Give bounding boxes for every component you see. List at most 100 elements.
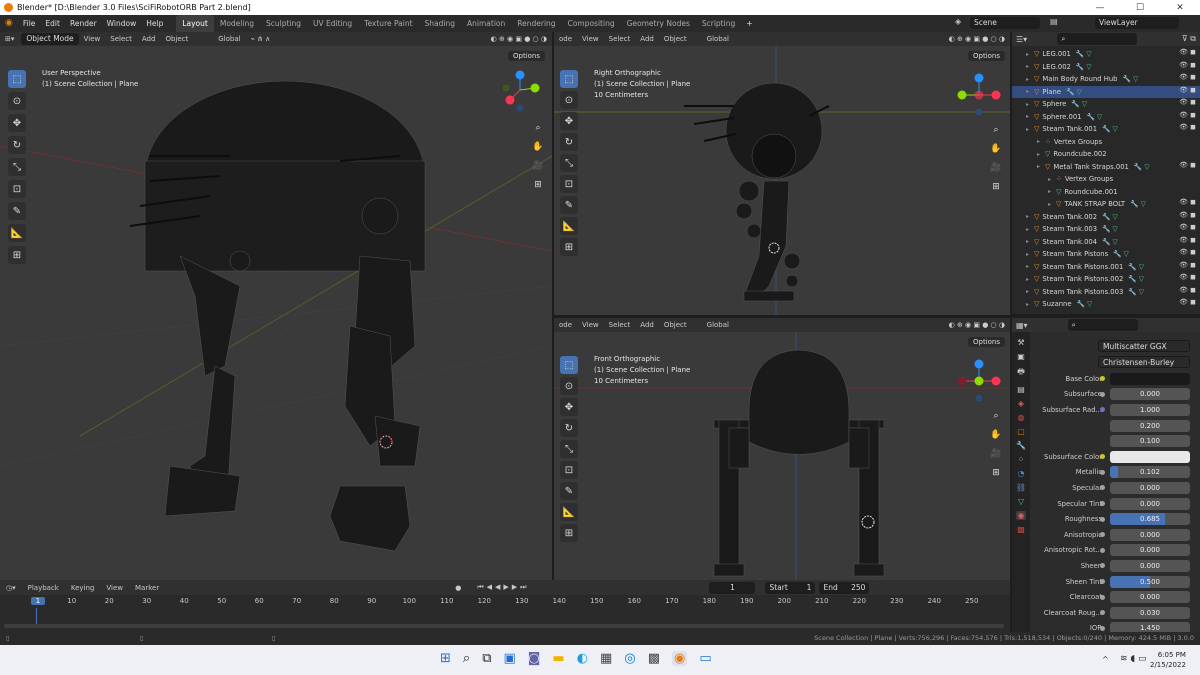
- socket-icon[interactable]: [1100, 563, 1105, 569]
- grid-toggle-icon[interactable]: ⊞: [530, 177, 546, 193]
- pan-hand-icon[interactable]: ✋: [988, 427, 1004, 443]
- timeline-menu-marker[interactable]: Marker: [129, 584, 165, 592]
- cursor-tool-icon[interactable]: ⊙: [8, 92, 26, 110]
- viewport-right-ortho[interactable]: ode View Select Add Object Global ◐ ⊕ ◉ …: [554, 32, 1010, 315]
- menu-object-right[interactable]: Object: [659, 35, 692, 43]
- expand-arrow-icon[interactable]: ▸: [1048, 188, 1056, 195]
- annotate-tool-icon[interactable]: ✎: [560, 482, 578, 500]
- property-value-field[interactable]: 0.000: [1110, 591, 1190, 604]
- rotate-tool-icon[interactable]: ↻: [560, 133, 578, 151]
- visibility-toggle-icon[interactable]: 👁 ◼: [1179, 273, 1196, 281]
- outliner-search-field[interactable]: ⌕: [1057, 33, 1138, 45]
- timeline-menu-keying[interactable]: Keying: [65, 584, 101, 592]
- move-tool-icon[interactable]: ✥: [560, 112, 578, 130]
- outliner-row[interactable]: ▸ ▽ Roundcube.002: [1012, 148, 1200, 161]
- viewport-front-ortho[interactable]: ode View Select Add Object Global ◐ ⊕ ◉ …: [554, 318, 1010, 580]
- scene-selector[interactable]: Scene: [970, 17, 1040, 29]
- subsurface-method-dropdown[interactable]: Christensen-Burley: [1098, 356, 1190, 368]
- expand-arrow-icon[interactable]: ▸: [1026, 88, 1034, 95]
- timeline-editor-icon[interactable]: ◷▾: [0, 584, 22, 592]
- socket-icon[interactable]: [1100, 594, 1105, 600]
- render-tab-icon[interactable]: ▣: [1017, 352, 1025, 361]
- socket-icon[interactable]: [1100, 407, 1105, 413]
- cursor-tool-icon[interactable]: ⊙: [560, 377, 578, 395]
- start-menu-icon[interactable]: ⊞: [440, 651, 451, 666]
- app-icon[interactable]: ◎: [624, 651, 635, 666]
- socket-icon[interactable]: [1100, 501, 1105, 507]
- pan-hand-icon[interactable]: ✋: [530, 139, 546, 155]
- visibility-toggle-icon[interactable]: 👁 ◼: [1179, 286, 1196, 294]
- outliner-row[interactable]: ▸ ▽ Metal Tank Straps.001 🔧 ▽ 👁 ◼: [1012, 161, 1200, 174]
- clock[interactable]: 6:05 PM 2/15/2022: [1150, 650, 1186, 670]
- properties-editor-icon[interactable]: ▦▾: [1016, 321, 1028, 330]
- outliner-row[interactable]: ▸ ▽ LEG.002 🔧 ▽ 👁 ◼: [1012, 61, 1200, 74]
- socket-icon[interactable]: [1100, 579, 1105, 585]
- menu-view-right[interactable]: View: [577, 35, 604, 43]
- property-value-field[interactable]: 1.000: [1110, 403, 1190, 416]
- record-icon[interactable]: ●: [455, 584, 461, 592]
- add-cube-tool-icon[interactable]: ⊞: [8, 246, 26, 264]
- expand-arrow-icon[interactable]: ▸: [1026, 276, 1034, 283]
- menu-select-front[interactable]: Select: [604, 321, 636, 329]
- transform-orientation-front[interactable]: Global: [702, 321, 734, 329]
- menu-view[interactable]: View: [79, 35, 106, 43]
- outliner-row[interactable]: ▸ ▽ Steam Tank.001 🔧 ▽ 👁 ◼: [1012, 123, 1200, 136]
- outliner-row[interactable]: ▸ ▽ Suzanne 🔧 ▽ 👁 ◼: [1012, 298, 1200, 311]
- expand-arrow-icon[interactable]: ▸: [1026, 251, 1034, 258]
- property-value-field[interactable]: 0.000: [1110, 528, 1190, 541]
- menu-add-front[interactable]: Add: [635, 321, 659, 329]
- tab-animation[interactable]: Animation: [461, 15, 511, 32]
- menu-add[interactable]: Add: [137, 35, 161, 43]
- outliner-row[interactable]: ▸ ▽ Steam Tank Pistons.001 🔧 ▽ 👁 ◼: [1012, 261, 1200, 274]
- grid-toggle-icon[interactable]: ⊞: [988, 179, 1004, 195]
- outliner-row[interactable]: ▸ ▽ Steam Tank Pistons 🔧 ▽ 👁 ◼: [1012, 248, 1200, 261]
- timeline-scrollbar[interactable]: [4, 624, 1004, 628]
- mode-selector[interactable]: Object Mode: [21, 33, 79, 45]
- end-frame-field[interactable]: End 250: [819, 581, 870, 594]
- measure-tool-icon[interactable]: 📐: [560, 217, 578, 235]
- outliner-row[interactable]: ▸ ▽ Plane 🔧 ▽ 👁 ◼: [1012, 85, 1200, 98]
- timeline-ruler[interactable]: 1 10 20 30 40 50 60 70 80 90 100 110 120 130 140 150 160…: [0, 596, 1010, 608]
- visibility-toggle-icon[interactable]: 👁 ◼: [1179, 86, 1196, 94]
- visibility-toggle-icon[interactable]: 👁 ◼: [1179, 48, 1196, 56]
- socket-icon[interactable]: [1100, 391, 1105, 397]
- expand-arrow-icon[interactable]: ▸: [1026, 51, 1034, 58]
- property-value-field[interactable]: 0.000: [1110, 388, 1190, 401]
- expand-arrow-icon[interactable]: ▸: [1037, 138, 1045, 145]
- menu-select[interactable]: Select: [105, 35, 137, 43]
- outliner-row[interactable]: ▸ ▽ Steam Tank Pistons.002 🔧 ▽ 👁 ◼: [1012, 273, 1200, 286]
- viewport-shading-icons-right[interactable]: ◐ ⊕ ◉ ▣ ● ○ ◑: [944, 35, 1010, 43]
- minimize-button[interactable]: —: [1080, 0, 1120, 15]
- blender-taskbar-icon[interactable]: ◉: [671, 651, 688, 666]
- tab-compositing[interactable]: Compositing: [562, 15, 621, 32]
- visibility-toggle-icon[interactable]: 👁 ◼: [1179, 198, 1196, 206]
- expand-arrow-icon[interactable]: ▸: [1026, 101, 1034, 108]
- expand-arrow-icon[interactable]: ▸: [1026, 301, 1034, 308]
- transform-orientation-right[interactable]: Global: [702, 35, 734, 43]
- socket-icon[interactable]: [1100, 485, 1105, 491]
- expand-arrow-icon[interactable]: ▸: [1048, 201, 1056, 208]
- rotate-tool-icon[interactable]: ↻: [560, 419, 578, 437]
- tool-tab-icon[interactable]: ⚒: [1017, 338, 1024, 347]
- visibility-toggle-icon[interactable]: 👁 ◼: [1179, 61, 1196, 69]
- outliner-row[interactable]: ▸ ▽ Sphere.001 🔧 ▽ 👁 ◼: [1012, 111, 1200, 124]
- edge-icon[interactable]: ◐: [577, 651, 588, 666]
- expand-arrow-icon[interactable]: ▸: [1026, 226, 1034, 233]
- transform-tool-icon[interactable]: ⊡: [560, 461, 578, 479]
- scale-tool-icon[interactable]: ⤡: [8, 158, 26, 176]
- camera-icon[interactable]: 🎥: [530, 158, 546, 174]
- chat-icon[interactable]: ◙: [528, 651, 541, 666]
- outliner-row[interactable]: ▸ ▽ LEG.001 🔧 ▽ 👁 ◼: [1012, 48, 1200, 61]
- visibility-toggle-icon[interactable]: 👁 ◼: [1179, 161, 1196, 169]
- property-value-field[interactable]: 0.000: [1110, 497, 1190, 510]
- snap-icon[interactable]: ⌁ ⋔ ∧: [246, 35, 276, 43]
- tray-icons[interactable]: ≋ ◖ ▭: [1120, 654, 1147, 664]
- viewport-shading-icons-front[interactable]: ◐ ⊕ ◉ ▣ ● ○ ◑: [944, 321, 1010, 329]
- menu-file[interactable]: File: [18, 15, 41, 32]
- mode-selector-right[interactable]: ode: [554, 35, 577, 43]
- search-icon[interactable]: ⌕: [463, 651, 470, 666]
- outliner-row[interactable]: ▸ ▽ Steam Tank.004 🔧 ▽ 👁 ◼: [1012, 236, 1200, 249]
- tab-sculpting[interactable]: Sculpting: [260, 15, 307, 32]
- transform-tool-icon[interactable]: ⊡: [560, 175, 578, 193]
- viewport-perspective[interactable]: ⊞▾ Object Mode View Select Add Object Gl…: [0, 32, 552, 580]
